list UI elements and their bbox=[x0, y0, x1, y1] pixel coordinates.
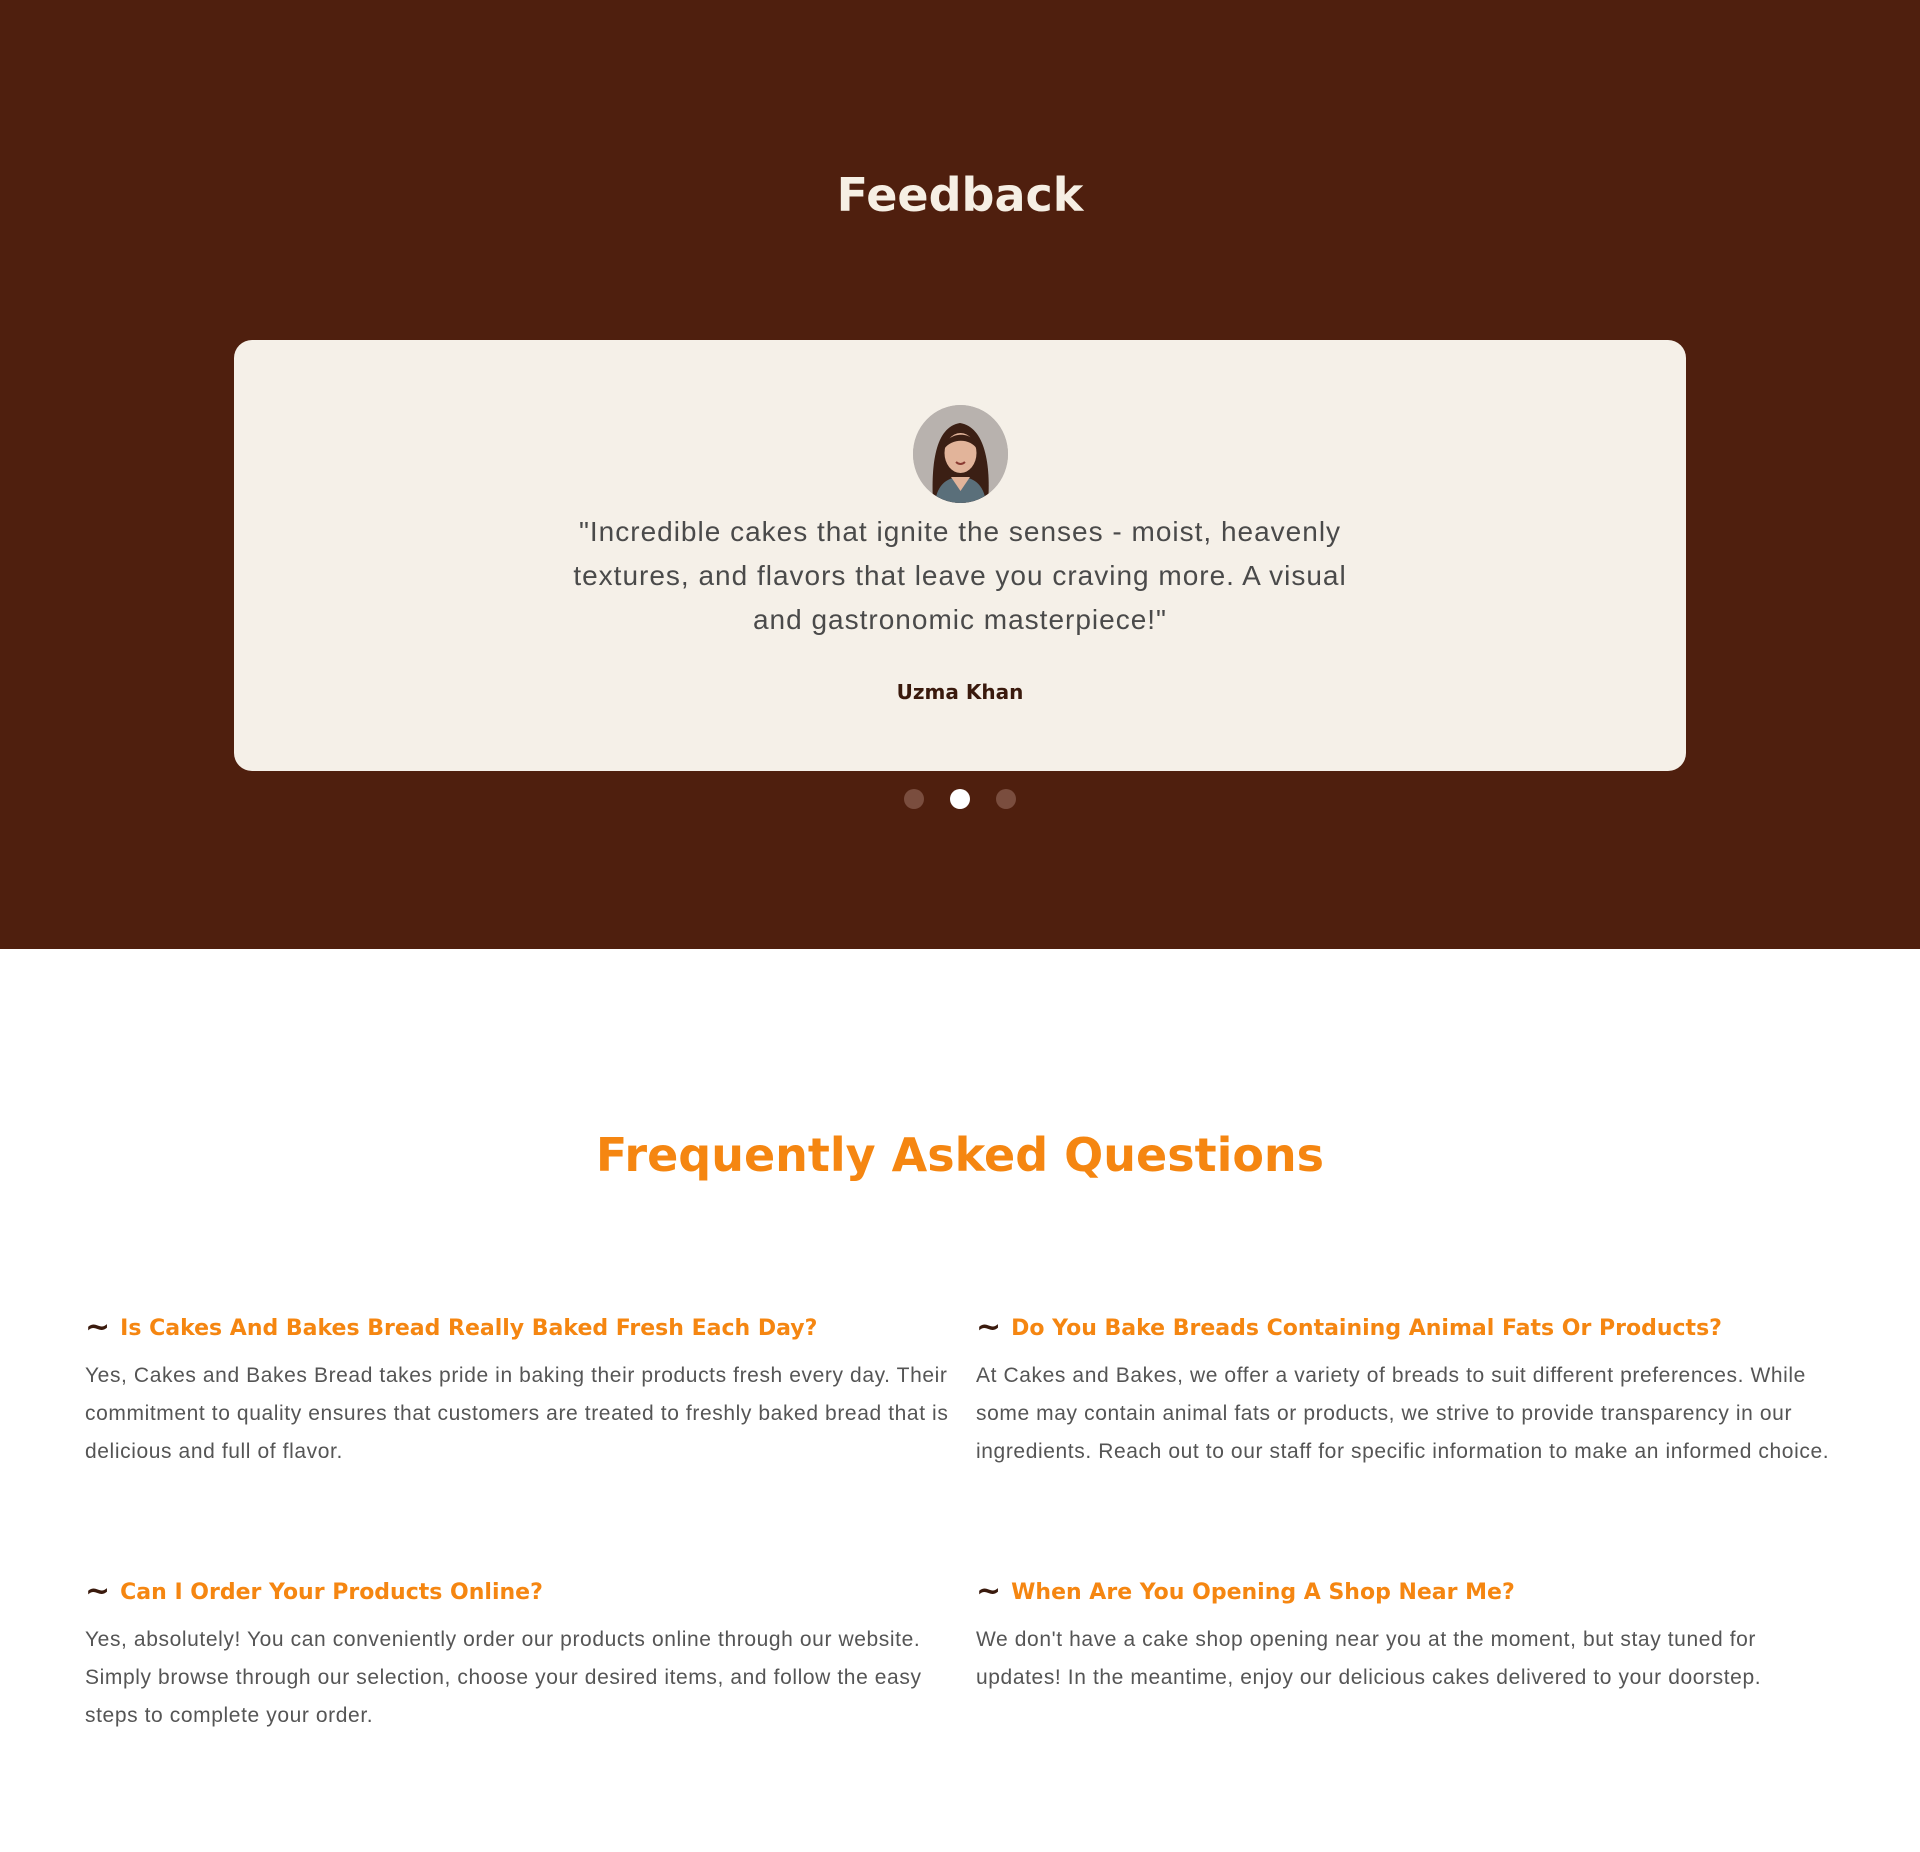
faq-answer: Yes, Cakes and Bakes Bread takes pride i… bbox=[85, 1364, 949, 1463]
carousel-dot-2[interactable] bbox=[950, 789, 970, 809]
faq-answer: Yes, absolutely! You can conveniently or… bbox=[85, 1628, 922, 1727]
carousel-dots bbox=[0, 789, 1920, 811]
tilde-bullet-icon: ~ bbox=[976, 1310, 1002, 1345]
faq-item: ~ When Are You Opening A Shop Near Me? W… bbox=[976, 1576, 1844, 1697]
feedback-section: Feedback "Incredible cakes that ignite t… bbox=[0, 0, 1920, 949]
faq-question-text: Is Cakes And Bakes Bread Really Baked Fr… bbox=[120, 1315, 818, 1341]
faq-item: ~ Is Cakes And Bakes Bread Really Baked … bbox=[85, 1312, 953, 1471]
faq-answer: At Cakes and Bakes, we offer a variety o… bbox=[976, 1364, 1830, 1463]
faq-question[interactable]: ~ Do You Bake Breads Containing Animal F… bbox=[976, 1312, 1844, 1344]
carousel-dot-3[interactable] bbox=[996, 789, 1016, 809]
testimonial-author: Uzma Khan bbox=[896, 680, 1024, 704]
tilde-bullet-icon: ~ bbox=[85, 1574, 111, 1609]
carousel-dot-1[interactable] bbox=[904, 789, 924, 809]
faq-question-text: Can I Order Your Products Online? bbox=[120, 1579, 543, 1605]
faq-question-text: Do You Bake Breads Containing Animal Fat… bbox=[1011, 1315, 1722, 1341]
faq-item: ~ Do You Bake Breads Containing Animal F… bbox=[976, 1312, 1844, 1471]
faq-title: Frequently Asked Questions bbox=[595, 1128, 1325, 1182]
customer-avatar bbox=[913, 405, 1008, 503]
faq-question[interactable]: ~ When Are You Opening A Shop Near Me? bbox=[976, 1576, 1844, 1608]
avatar-portrait-icon bbox=[913, 405, 1008, 503]
faq-answer: We don't have a cake shop opening near y… bbox=[976, 1628, 1762, 1689]
tilde-bullet-icon: ~ bbox=[976, 1574, 1002, 1609]
faq-item: ~ Can I Order Your Products Online? Yes,… bbox=[85, 1576, 953, 1735]
faq-question[interactable]: ~ Is Cakes And Bakes Bread Really Baked … bbox=[85, 1312, 953, 1344]
faq-question[interactable]: ~ Can I Order Your Products Online? bbox=[85, 1576, 953, 1608]
testimonial-card: "Incredible cakes that ignite the senses… bbox=[234, 340, 1686, 771]
testimonial-quote: "Incredible cakes that ignite the senses… bbox=[573, 516, 1347, 635]
faq-question-text: When Are You Opening A Shop Near Me? bbox=[1011, 1579, 1515, 1605]
tilde-bullet-icon: ~ bbox=[85, 1310, 111, 1345]
feedback-title: Feedback bbox=[836, 168, 1084, 222]
